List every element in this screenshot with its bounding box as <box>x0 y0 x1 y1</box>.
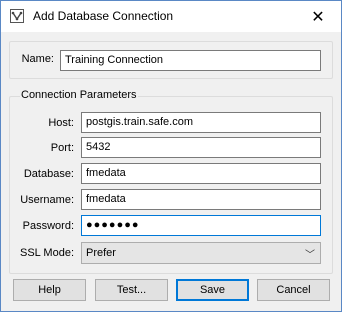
chevron-down-icon: ﹀ <box>305 250 315 261</box>
database-field[interactable]: fmedata <box>81 163 321 184</box>
save-button[interactable]: Save <box>176 279 249 301</box>
help-button[interactable]: Help <box>13 279 86 301</box>
cancel-button[interactable]: Cancel <box>257 279 330 301</box>
add-database-connection-dialog: Add Database Connection ✕ Name: Training… <box>0 0 342 312</box>
name-group: Name: Training Connection <box>9 41 333 79</box>
username-field[interactable]: fmedata <box>81 189 321 210</box>
host-field[interactable]: postgis.train.safe.com <box>81 112 321 133</box>
connection-parameters-legend: Connection Parameters <box>20 89 138 101</box>
port-field[interactable]: 5432 <box>81 137 321 158</box>
ssl-mode-select[interactable]: Prefer ﹀ <box>81 242 321 264</box>
connection-parameters-group: Connection Parameters Host: postgis.trai… <box>9 89 333 274</box>
name-field[interactable]: Training Connection <box>60 50 321 71</box>
name-label: Name: <box>21 53 54 65</box>
close-icon: ✕ <box>311 8 325 26</box>
title-bar: Add Database Connection ✕ <box>1 1 341 32</box>
database-connection-icon <box>10 9 24 23</box>
port-label: Port: <box>50 142 74 154</box>
password-label: Password: <box>22 220 74 232</box>
ssl-mode-value: Prefer <box>86 247 116 259</box>
dialog-title: Add Database Connection <box>33 9 174 23</box>
close-button[interactable]: ✕ <box>295 1 341 32</box>
host-label: Host: <box>48 117 74 129</box>
test-button[interactable]: Test... <box>95 279 168 301</box>
ssl-mode-label: SSL Mode: <box>19 247 74 259</box>
password-field[interactable]: ●●●●●●● <box>81 215 321 236</box>
database-label: Database: <box>23 168 74 180</box>
username-label: Username: <box>20 194 74 206</box>
